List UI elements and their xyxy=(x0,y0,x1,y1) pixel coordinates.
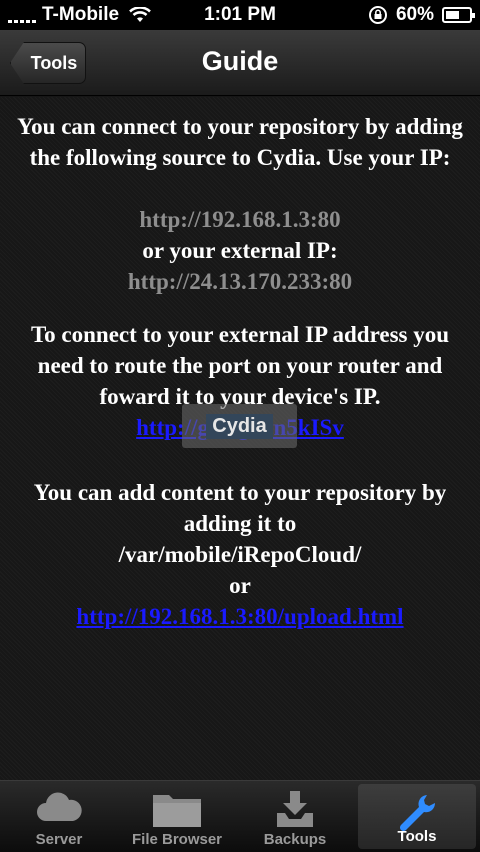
local-source-url: http://192.168.1.3:80 xyxy=(139,207,341,232)
tab-label: File Browser xyxy=(131,831,223,848)
download-tray-icon xyxy=(277,791,313,827)
port-forward-text: To connect to your external IP address y… xyxy=(30,322,450,409)
status-bar: T-Mobile 1:01 PM 60% xyxy=(0,0,480,30)
battery-icon xyxy=(442,7,475,23)
tab-label: Tools xyxy=(397,828,437,845)
cloud-icon xyxy=(37,792,82,821)
upload-link[interactable]: http://192.168.1.3:80/upload.html xyxy=(6,601,474,632)
folder-icon xyxy=(153,795,201,827)
tab-label: Server xyxy=(35,831,83,848)
tab-tools[interactable]: Tools xyxy=(358,784,476,849)
external-ip-label: or your external IP: xyxy=(142,238,338,263)
page-title: Guide xyxy=(201,46,279,76)
guide-intro-text: You can connect to your repository by ad… xyxy=(17,114,463,170)
or-label: or xyxy=(229,573,251,598)
tab-file-browser[interactable]: File Browser xyxy=(118,781,236,852)
repository-path: /var/mobile/iRepoCloud/ xyxy=(118,542,362,567)
external-source-url: http://24.13.170.233:80 xyxy=(127,269,353,294)
wrench-icon xyxy=(399,795,436,832)
status-right: 60% xyxy=(368,4,475,26)
rotation-lock-icon xyxy=(368,6,387,24)
watermark-text: Cydia xyxy=(206,413,273,439)
content-path-text: You can add content to your repository b… xyxy=(33,480,447,536)
tab-backups[interactable]: Backups xyxy=(236,781,354,852)
tab-label: Backups xyxy=(263,831,327,848)
navigation-bar: Tools Guide xyxy=(0,30,480,96)
tab-server[interactable]: Server xyxy=(0,781,118,852)
tab-bar: Server File Browser Backups Tools xyxy=(0,780,480,852)
battery-percent: 60% xyxy=(395,4,434,25)
watermark: Cydia xyxy=(182,404,297,448)
